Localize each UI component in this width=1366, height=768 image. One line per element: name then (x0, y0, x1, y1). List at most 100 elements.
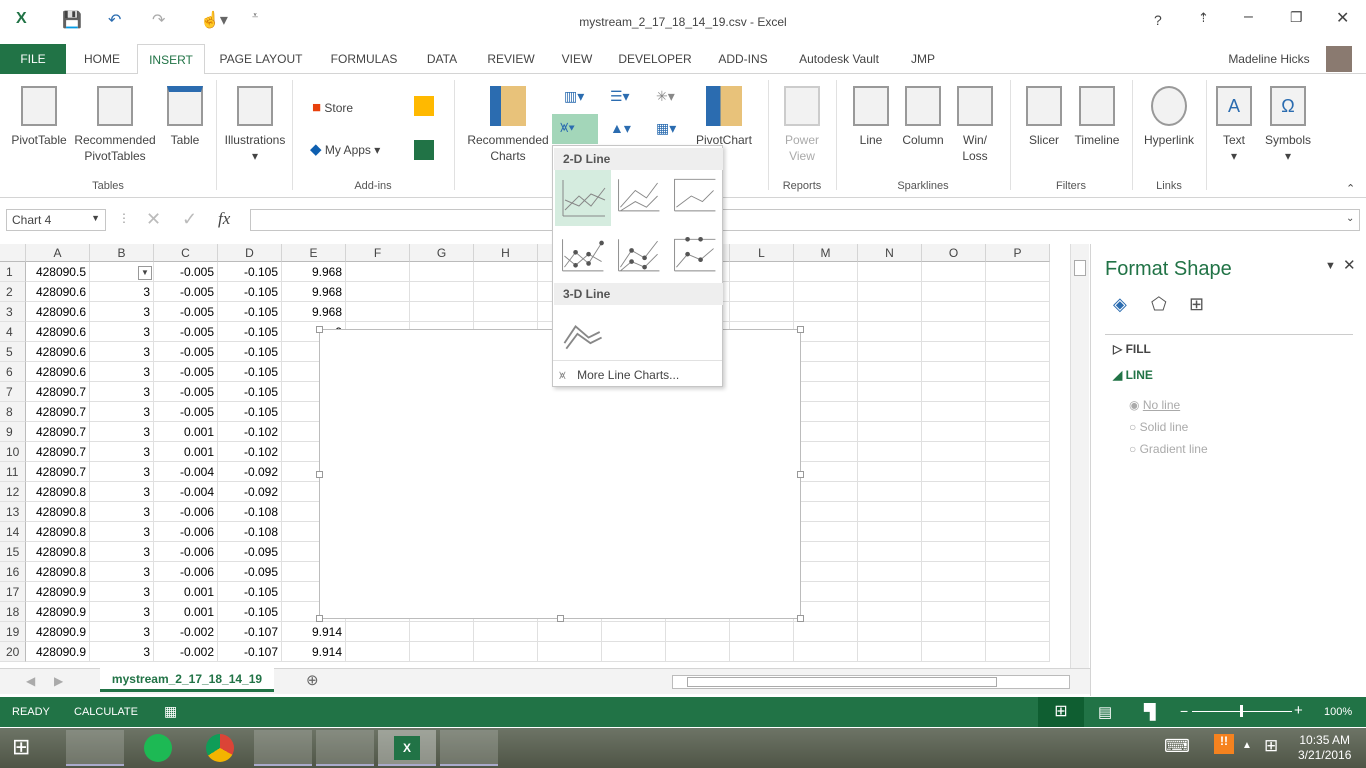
zoom-out-button[interactable]: − (1180, 703, 1188, 719)
cell[interactable]: 428090.9 (26, 602, 90, 622)
cell[interactable] (986, 462, 1050, 482)
filter-dropdown-icon[interactable]: ▼ (138, 266, 152, 280)
cell[interactable] (986, 642, 1050, 662)
hyperlink-button[interactable]: Hyperlink (1138, 86, 1200, 148)
cell[interactable]: 428090.8 (26, 522, 90, 542)
cell[interactable] (922, 362, 986, 382)
people-graph-icon[interactable] (414, 140, 434, 160)
row-header[interactable]: 6 (0, 362, 26, 382)
cell[interactable]: 3 (90, 522, 154, 542)
cell[interactable] (346, 642, 410, 662)
collapse-ribbon-icon[interactable]: ⌃ (1346, 182, 1355, 195)
cell[interactable]: -0.102 (218, 422, 282, 442)
clock[interactable]: 10:35 AM 3/21/2016 (1298, 733, 1351, 763)
cell[interactable] (858, 362, 922, 382)
row-header[interactable]: 16 (0, 562, 26, 582)
cell[interactable]: 428090.7 (26, 462, 90, 482)
cell[interactable] (794, 362, 858, 382)
text-button[interactable]: A Text ▾ (1212, 86, 1256, 164)
cell[interactable]: 428090.6 (26, 302, 90, 322)
select-all-corner[interactable] (0, 244, 26, 262)
row-header[interactable]: 9 (0, 422, 26, 442)
cell[interactable] (794, 642, 858, 662)
chrome-profile-icon[interactable] (254, 730, 312, 766)
cell[interactable] (858, 562, 922, 582)
area-chart-icon[interactable]: ▲▾ (610, 120, 631, 137)
cell[interactable] (410, 302, 474, 322)
row-header[interactable]: 18 (0, 602, 26, 622)
zoom-slider[interactable] (1192, 705, 1292, 717)
cell[interactable] (794, 442, 858, 462)
cell[interactable] (602, 642, 666, 662)
cell[interactable] (922, 622, 986, 642)
cell[interactable] (602, 622, 666, 642)
cell[interactable]: 3 (90, 402, 154, 422)
ribbon-display-icon[interactable]: ⇡ (1198, 10, 1209, 26)
status-calculate[interactable]: CALCULATE (74, 706, 138, 718)
tab-data[interactable]: DATA (418, 44, 466, 74)
cell[interactable]: 3 (90, 622, 154, 642)
cell[interactable]: 428090.9 (26, 582, 90, 602)
cell[interactable]: -0.107 (218, 642, 282, 662)
more-line-charts-link[interactable]: ⩙ More Line Charts... (559, 366, 679, 384)
cell[interactable]: 0.001 (154, 582, 218, 602)
cell[interactable] (922, 302, 986, 322)
cell[interactable]: 428090.7 (26, 382, 90, 402)
close-button[interactable]: ✕ (1336, 8, 1349, 28)
3d-line-option[interactable] (557, 306, 609, 358)
sparkline-column-button[interactable]: Column (898, 86, 948, 148)
cell[interactable]: -0.105 (218, 302, 282, 322)
cell[interactable]: -0.004 (154, 462, 218, 482)
zoom-slider-thumb[interactable] (1240, 705, 1243, 717)
restore-button[interactable]: ❐ (1290, 9, 1303, 26)
cell[interactable] (922, 602, 986, 622)
tab-review[interactable]: REVIEW (480, 44, 542, 74)
cell[interactable] (666, 622, 730, 642)
cell[interactable] (986, 522, 1050, 542)
cell[interactable]: 428090.6 (26, 282, 90, 302)
cell[interactable]: -0.005 (154, 382, 218, 402)
tab-file[interactable]: FILE (0, 44, 66, 74)
column-header[interactable]: L (730, 244, 794, 262)
cell[interactable]: 428090.8 (26, 562, 90, 582)
recommended-pivottables-button[interactable]: Recommended PivotTables (72, 86, 158, 164)
cell[interactable]: -0.105 (218, 342, 282, 362)
prev-sheet-icon[interactable]: ◀ (26, 674, 35, 688)
new-sheet-icon[interactable]: ⊕ (306, 671, 319, 689)
no-line-radio[interactable]: ◉ No line (1129, 398, 1180, 412)
stacked-line-markers-option[interactable] (613, 230, 665, 282)
cell[interactable] (922, 422, 986, 442)
cell[interactable] (666, 642, 730, 662)
column-header[interactable]: N (858, 244, 922, 262)
cell[interactable]: -0.107 (218, 622, 282, 642)
pivotchart-button[interactable]: PivotChart (692, 86, 756, 148)
cell[interactable]: -0.105 (218, 362, 282, 382)
my-apps-button[interactable]: ◆ My Apps ▾ (310, 142, 380, 158)
notification-alert-icon[interactable]: !! (1214, 734, 1234, 754)
cell[interactable] (922, 522, 986, 542)
cell[interactable]: 3 (90, 382, 154, 402)
cell[interactable] (858, 422, 922, 442)
cell[interactable]: 428090.9 (26, 622, 90, 642)
cell[interactable] (730, 262, 794, 282)
power-view-button[interactable]: Power View (772, 86, 832, 164)
expand-formula-bar-icon[interactable]: ⌄ (1346, 213, 1354, 224)
cell[interactable] (986, 382, 1050, 402)
bing-icon[interactable] (414, 96, 434, 116)
chrome-icon[interactable] (192, 730, 250, 766)
cell[interactable]: 428090.8 (26, 482, 90, 502)
cell[interactable] (410, 282, 474, 302)
cell[interactable] (794, 282, 858, 302)
action-center-icon[interactable]: ⊞ (1264, 736, 1278, 756)
tab-formulas[interactable]: FORMULAS (322, 44, 406, 74)
cell[interactable] (858, 482, 922, 502)
cell[interactable] (794, 622, 858, 642)
row-header[interactable]: 3 (0, 302, 26, 322)
cell[interactable]: -0.002 (154, 622, 218, 642)
column-header[interactable]: P (986, 244, 1050, 262)
cell[interactable] (858, 442, 922, 462)
column-header[interactable]: G (410, 244, 474, 262)
sparkline-winloss-button[interactable]: Win/ Loss (952, 86, 998, 164)
cell[interactable]: 3 (90, 502, 154, 522)
cell[interactable]: 3 (90, 602, 154, 622)
